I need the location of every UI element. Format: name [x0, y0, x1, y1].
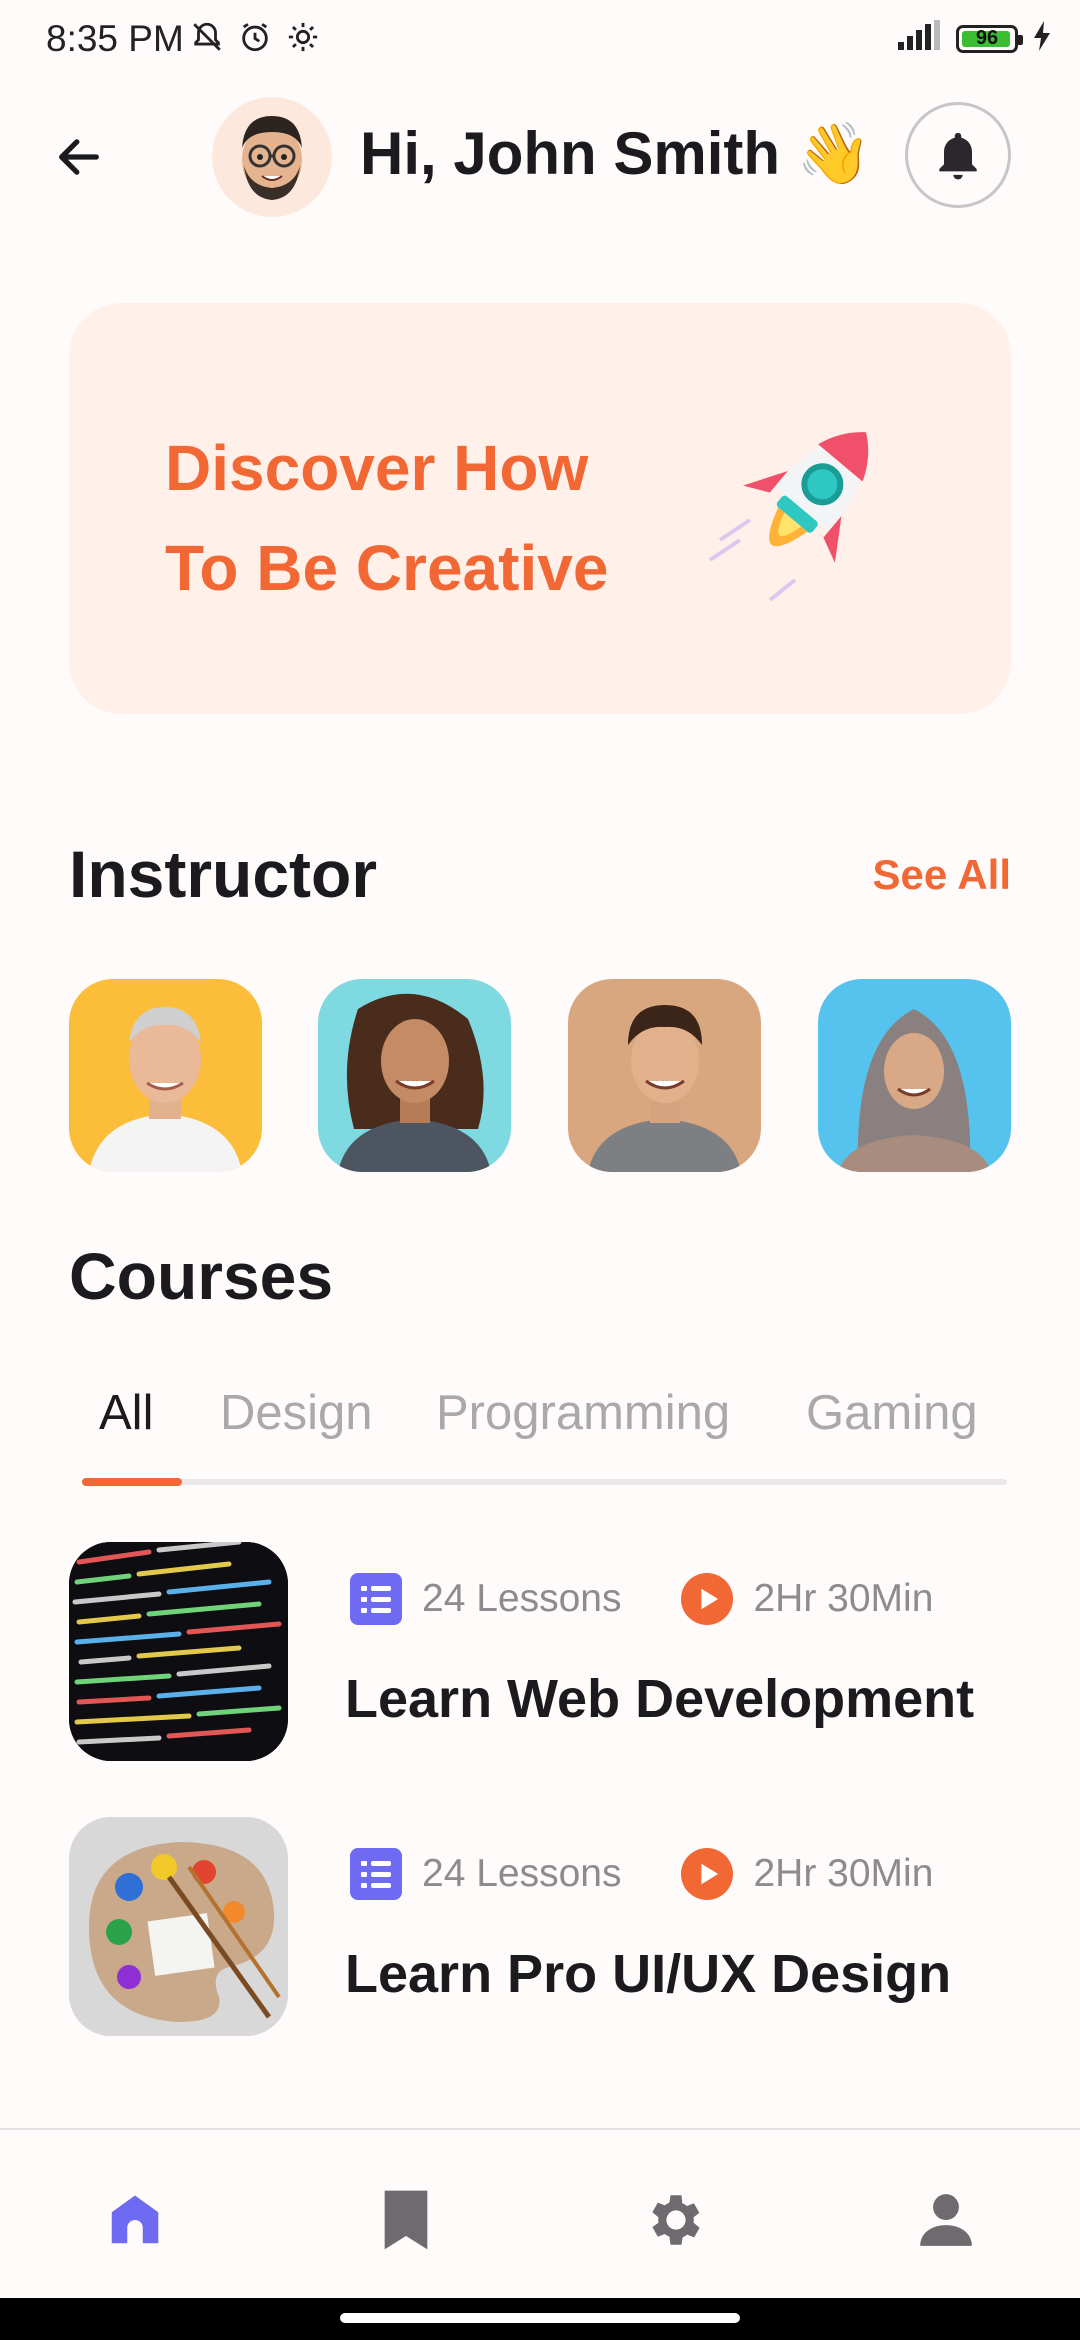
banner-line-1: Discover How — [165, 432, 589, 504]
course-meta-2: 24 Lessons 2Hr 30Min — [350, 1848, 933, 1900]
profile-icon — [920, 2194, 972, 2246]
signal-icon — [896, 20, 942, 57]
code-screen-thumbnail — [69, 1542, 288, 1761]
greeting-text: Hi, John Smith 👋 — [360, 120, 872, 187]
banner-title: Discover How To Be Creative — [165, 418, 725, 618]
instructor-avatar-1[interactable] — [69, 979, 262, 1172]
instructor-avatar-3[interactable] — [568, 979, 761, 1172]
home-icon — [111, 2195, 159, 2244]
person-photo-icon — [838, 1009, 991, 1172]
arrow-left-icon — [59, 139, 99, 175]
charging-bolt-icon — [1032, 21, 1052, 56]
bell-icon — [939, 132, 977, 180]
tab-all[interactable]: All — [99, 1385, 153, 1441]
paint-palette-thumbnail — [69, 1817, 288, 2036]
nav-profile[interactable] — [911, 2185, 981, 2255]
see-all-link[interactable]: See All — [872, 851, 1011, 899]
battery-icon: 96 — [956, 24, 1023, 53]
home-gesture-bar[interactable] — [340, 2313, 740, 2323]
memoji-avatar-icon — [242, 116, 302, 200]
avatar[interactable] — [212, 97, 332, 217]
instructor-section-title: Instructor — [69, 837, 378, 911]
course-title-2[interactable]: Learn Pro UI/UX Design — [345, 1943, 951, 2005]
banner-line-2: To Be Creative — [165, 532, 609, 604]
lessons-count: 24 Lessons — [422, 1577, 622, 1620]
lessons-count: 24 Lessons — [422, 1852, 622, 1895]
notification-button[interactable] — [905, 102, 1011, 208]
course-title-1[interactable]: Learn Web Development — [345, 1668, 974, 1730]
course-duration: 2Hr 30Min — [753, 1577, 934, 1620]
person-photo-icon — [588, 1005, 741, 1172]
tab-programming[interactable]: Programming — [436, 1385, 730, 1441]
rocket-illustration — [700, 400, 910, 610]
back-button[interactable] — [44, 122, 114, 192]
battery-level: 96 — [975, 27, 999, 49]
course-duration: 2Hr 30Min — [753, 1852, 934, 1895]
tab-track — [82, 1479, 1007, 1485]
courses-section-title: Courses — [69, 1239, 334, 1313]
lessons-list-icon — [350, 1573, 402, 1625]
nav-bookmarks[interactable] — [371, 2185, 441, 2255]
instructor-avatar-4[interactable] — [818, 979, 1011, 1172]
course-thumbnail-1[interactable] — [69, 1542, 288, 1761]
instructor-avatar-2[interactable] — [318, 979, 511, 1172]
tab-active-indicator — [82, 1478, 182, 1486]
alarm-icon — [238, 20, 272, 59]
tab-design[interactable]: Design — [220, 1385, 373, 1441]
person-photo-icon — [338, 993, 491, 1172]
lessons-list-icon — [350, 1848, 402, 1900]
nav-home[interactable] — [100, 2185, 170, 2255]
course-meta-1: 24 Lessons 2Hr 30Min — [350, 1573, 933, 1625]
person-photo-icon — [89, 1007, 242, 1172]
play-icon — [681, 1848, 734, 1900]
nav-settings[interactable] — [641, 2185, 711, 2255]
status-icons-left — [190, 20, 320, 59]
bookmark-icon — [384, 2190, 428, 2250]
status-time: 8:35 PM — [46, 18, 184, 59]
mute-bell-icon — [190, 20, 224, 59]
settings-gear-icon — [286, 20, 320, 59]
tab-gaming[interactable]: Gaming — [806, 1385, 978, 1441]
play-icon — [681, 1573, 734, 1625]
status-icons-right: 96 — [896, 20, 1052, 57]
course-thumbnail-2[interactable] — [69, 1817, 288, 2036]
settings-icon — [652, 2195, 700, 2245]
